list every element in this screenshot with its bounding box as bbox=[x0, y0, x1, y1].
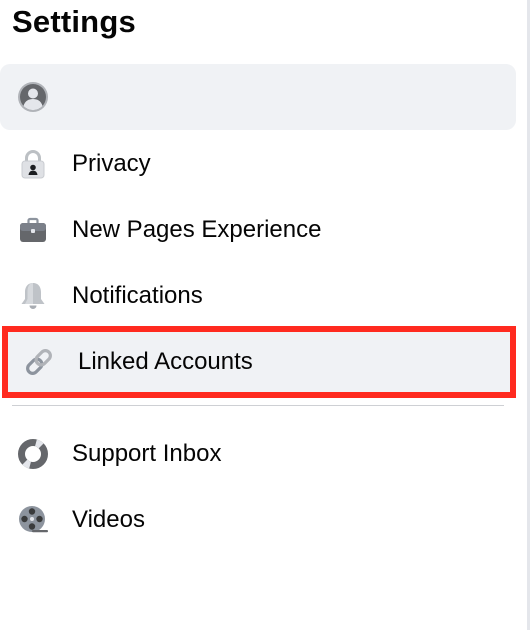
menu-item-label: Privacy bbox=[72, 150, 151, 177]
profile-icon bbox=[17, 81, 49, 113]
menu-item-label: Support Inbox bbox=[72, 440, 222, 467]
menu-item-label: Notifications bbox=[72, 282, 203, 309]
menu-item-linked-accounts[interactable]: Linked Accounts bbox=[2, 326, 516, 398]
menu-item-label: New Pages Experience bbox=[72, 216, 322, 243]
menu-item-label: Videos bbox=[72, 506, 145, 533]
menu-item-support-inbox[interactable]: Support Inbox bbox=[0, 421, 516, 487]
film-reel-icon bbox=[17, 504, 49, 536]
lifebuoy-icon bbox=[17, 438, 49, 470]
profile-row[interactable] bbox=[0, 64, 516, 130]
menu-item-label: Linked Accounts bbox=[78, 348, 253, 375]
page-title: Settings bbox=[12, 4, 136, 39]
lock-icon bbox=[17, 148, 49, 180]
menu-item-notifications[interactable]: Notifications bbox=[0, 263, 516, 329]
briefcase-icon bbox=[17, 214, 49, 246]
section-divider bbox=[12, 405, 504, 406]
menu-item-videos[interactable]: Videos bbox=[0, 487, 516, 553]
settings-panel: Settings Privacy New Pages Experience No… bbox=[0, 0, 530, 630]
menu-item-new-pages-experience[interactable]: New Pages Experience bbox=[0, 197, 516, 263]
link-icon bbox=[23, 346, 55, 378]
bell-icon bbox=[17, 280, 49, 312]
menu-item-privacy[interactable]: Privacy bbox=[0, 131, 516, 197]
